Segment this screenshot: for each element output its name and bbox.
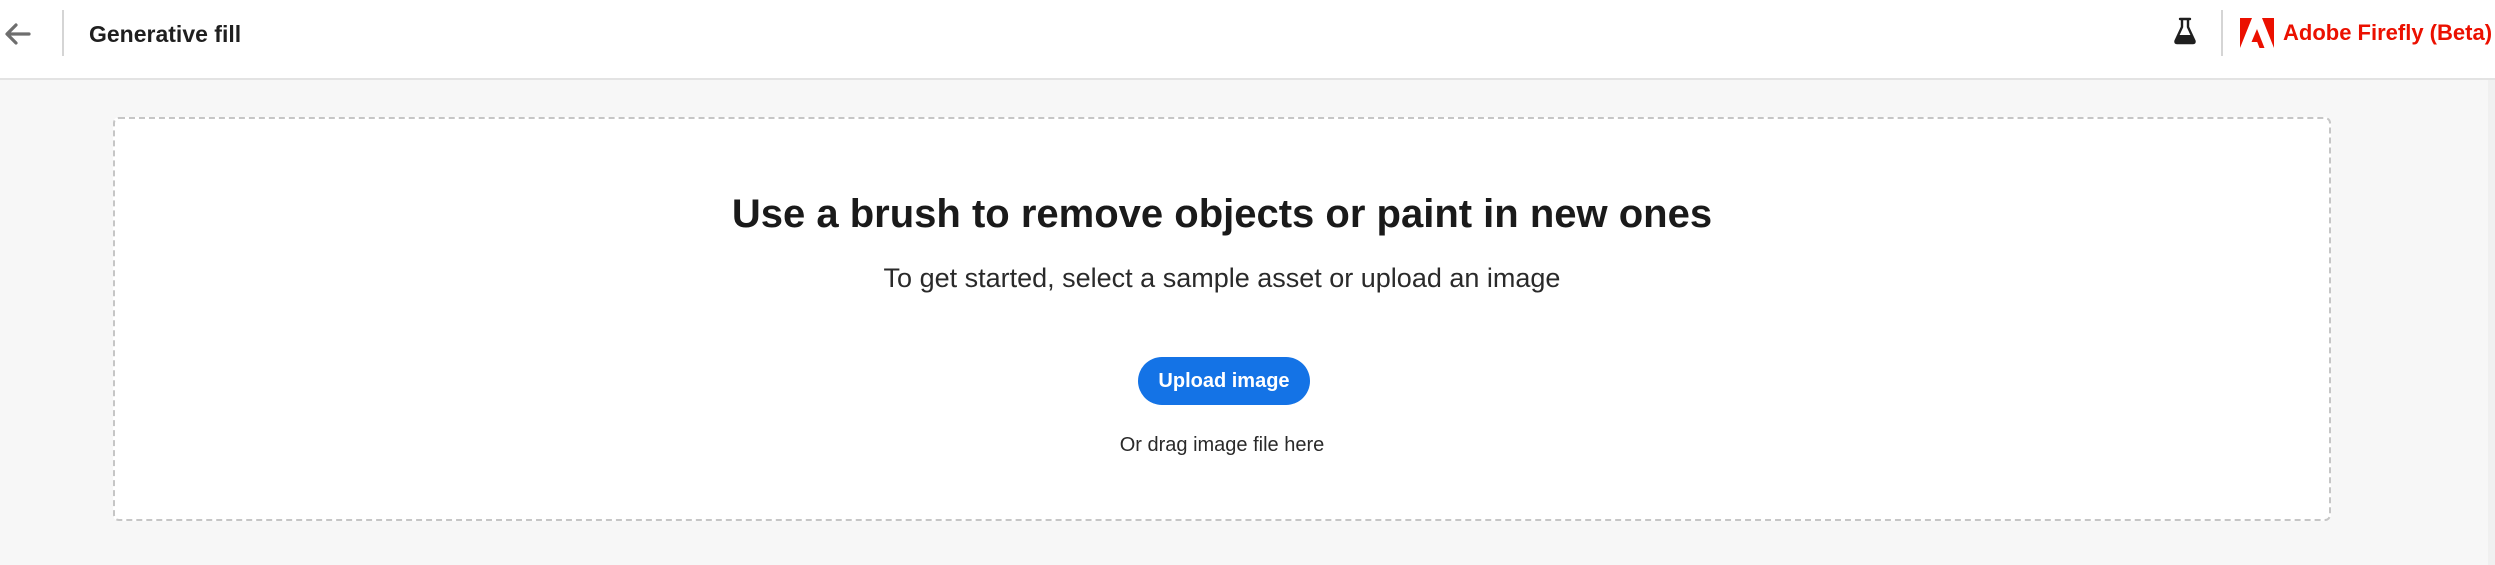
image-dropzone[interactable]: Use a brush to remove objects or paint i…	[113, 117, 2331, 521]
flask-icon	[2173, 17, 2197, 50]
scrollbar[interactable]	[2488, 80, 2495, 565]
page-title: Generative fill	[89, 21, 242, 47]
dropzone-title: Use a brush to remove objects or paint i…	[731, 192, 1713, 236]
adobe-logo-icon	[2240, 18, 2274, 48]
arrow-left-icon	[3, 22, 31, 46]
brand-link[interactable]: Adobe Firefly (Beta)	[2240, 16, 2492, 50]
upload-image-button[interactable]: Upload image	[1138, 357, 1310, 405]
header-divider	[62, 10, 64, 56]
dropzone-subtitle: To get started, select a sample asset or…	[883, 263, 1561, 293]
labs-button[interactable]	[2168, 15, 2202, 51]
brand-name: Adobe Firefly (Beta)	[2283, 20, 2493, 45]
top-bar: Generative fill Adobe Firefly (Beta)	[0, 0, 2495, 80]
header-divider-right	[2221, 10, 2223, 56]
drag-hint: Or drag image file here	[1119, 434, 1325, 456]
back-button[interactable]	[0, 16, 34, 52]
